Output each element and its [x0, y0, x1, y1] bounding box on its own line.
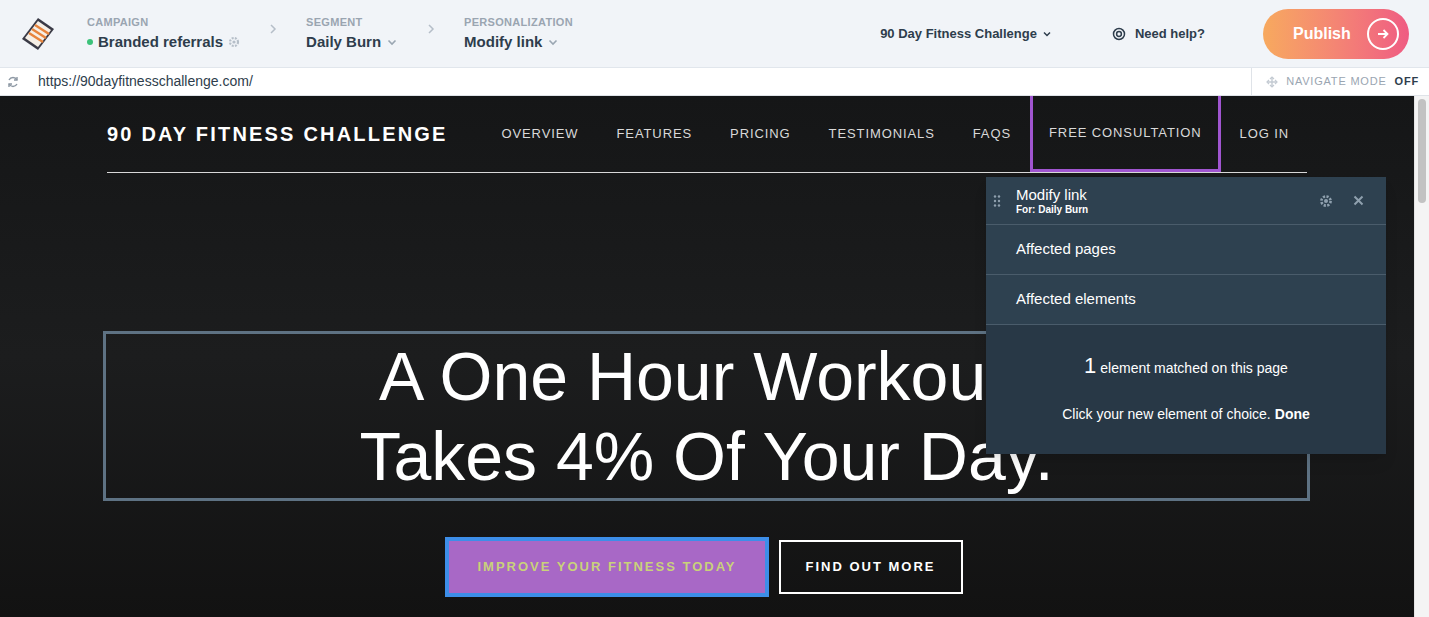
modify-link-panel: Modify linkFor: Daily BurnAffected pages…: [986, 177, 1386, 454]
breadcrumbs: CAMPAIGNBranded referrals SEGMENTDaily Bu…: [87, 15, 573, 52]
gear-icon[interactable]: [228, 36, 240, 48]
status-dot: [87, 39, 93, 45]
nav-item[interactable]: FAQS: [954, 96, 1030, 172]
nav-item[interactable]: FEATURES: [598, 96, 712, 172]
site-brand[interactable]: 90 DAY FITNESS CHALLENGE: [107, 119, 448, 149]
nav-item[interactable]: PRICING: [711, 96, 809, 172]
hero: 90 DAY FITNESS CHALLENGE OVERVIEWFEATURES…: [0, 96, 1414, 617]
refresh-icon[interactable]: [6, 75, 20, 89]
publish-button[interactable]: Publish: [1263, 9, 1409, 59]
hero-button[interactable]: FIND OUT MORE: [779, 540, 963, 594]
arrow-icon: [1367, 18, 1399, 50]
nav-item[interactable]: TESTIMONIALS: [810, 96, 954, 172]
chevron-down-icon: [386, 36, 398, 48]
nav-item[interactable]: LOG IN: [1221, 96, 1308, 172]
navigate-mode-toggle[interactable]: NAVIGATE MODEOFF: [1251, 68, 1429, 95]
lifebuoy-icon: [1112, 27, 1126, 41]
panel-row[interactable]: Affected pages: [986, 225, 1386, 275]
hero-button[interactable]: IMPROVE YOUR FITNESS TODAY: [445, 537, 768, 597]
gear-icon[interactable]: [1319, 194, 1333, 208]
move-icon: [1266, 76, 1278, 88]
breadcrumb[interactable]: CAMPAIGNBranded referrals: [87, 15, 240, 52]
nav-item[interactable]: OVERVIEW: [482, 96, 597, 172]
hero-buttons: IMPROVE YOUR FITNESS TODAYFIND OUT MORE: [0, 537, 1414, 597]
help-link[interactable]: Need help?: [1112, 24, 1205, 44]
url-field[interactable]: https://90dayfitnesschallenge.com/: [38, 71, 1251, 92]
scrollbar-thumb[interactable]: [1418, 99, 1426, 203]
drag-handle-icon[interactable]: [993, 195, 1001, 207]
instruction: Click your new element of choice.Done: [1062, 404, 1310, 425]
site-preview: 90 DAY FITNESS CHALLENGE OVERVIEWFEATURES…: [0, 96, 1429, 617]
done-button[interactable]: Done: [1275, 404, 1310, 425]
address-bar: https://90dayfitnesschallenge.com/NAVIGA…: [0, 68, 1429, 96]
breadcrumb[interactable]: SEGMENTDaily Burn: [306, 15, 398, 52]
separator-icon: [268, 23, 278, 35]
nav-item[interactable]: FREE CONSULTATION: [1030, 96, 1221, 172]
site-selector[interactable]: 90 Day Fitness Challenge: [880, 24, 1052, 44]
breadcrumb[interactable]: PERSONALIZATIONModify link: [464, 15, 573, 52]
separator-icon: [426, 23, 436, 35]
chevron-down-icon: [547, 36, 559, 48]
chevron-down-icon: [1042, 29, 1052, 39]
app: CAMPAIGNBranded referrals SEGMENTDaily Bu…: [0, 0, 1429, 617]
site-nav: 90 DAY FITNESS CHALLENGE OVERVIEWFEATURES…: [107, 96, 1307, 173]
top-bar: CAMPAIGNBranded referrals SEGMENTDaily Bu…: [0, 0, 1429, 68]
logo-icon[interactable]: [19, 15, 57, 53]
panel-header[interactable]: Modify linkFor: Daily Burn: [986, 177, 1386, 225]
scrollbar[interactable]: [1414, 96, 1429, 617]
match-count: 1element matched on this page: [1084, 349, 1288, 382]
close-icon[interactable]: [1353, 195, 1364, 206]
panel-body: 1element matched on this page Click your …: [986, 325, 1386, 454]
panel-row[interactable]: Affected elements: [986, 275, 1386, 325]
